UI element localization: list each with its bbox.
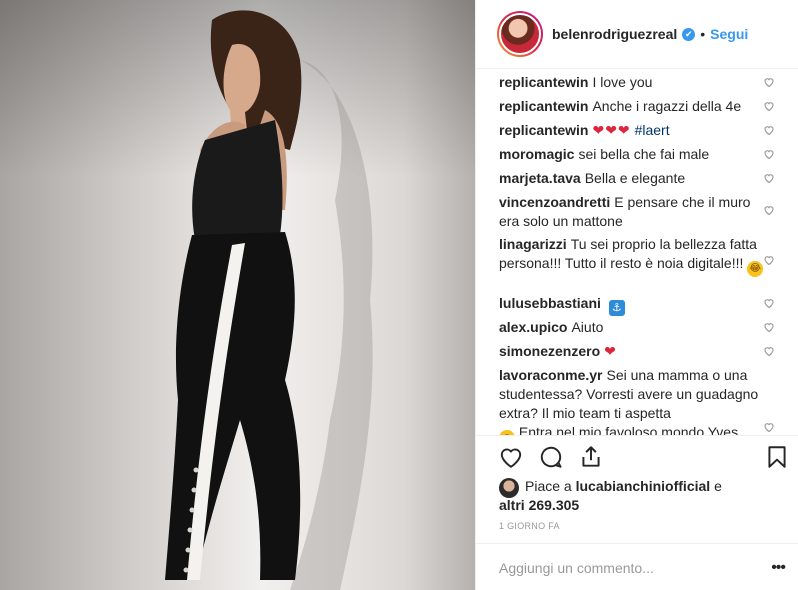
- comment-item: replicantewin I love you: [499, 73, 771, 92]
- likes-prefix: Piace a: [525, 478, 572, 494]
- comment-text: Bella e elegante: [584, 170, 686, 186]
- laughing-emoji-icon: 😂: [747, 261, 764, 277]
- heart-emojis: ❤❤❤: [592, 122, 631, 138]
- comment-username[interactable]: linagarizzi: [499, 236, 567, 252]
- post-side-panel: belenrodriguezreal ✔ • Segui replicantew…: [475, 0, 798, 590]
- likes-text: Piace a lucabianchiniofficial e altri 26…: [499, 477, 789, 515]
- post-image: [0, 0, 475, 590]
- small-heart-icon[interactable]: [763, 100, 775, 112]
- comment-item: simonezenzero ❤: [499, 342, 771, 361]
- more-options-icon[interactable]: •••: [771, 559, 786, 577]
- small-heart-icon[interactable]: [763, 76, 775, 88]
- heart-emoji: ❤: [604, 343, 617, 359]
- small-heart-icon[interactable]: [763, 297, 775, 309]
- comment-text: sei bella che fai male: [578, 146, 710, 162]
- instagram-post-view: belenrodriguezreal ✔ • Segui replicantew…: [0, 0, 798, 590]
- add-comment-input[interactable]: [499, 556, 749, 580]
- comment-item: lulusebbastiani ⚓: [499, 294, 771, 316]
- comment-item: replicantewin Anche i ragazzi della 4e: [499, 97, 771, 116]
- comment-text: Anche i ragazzi della 4e: [592, 98, 742, 114]
- likes-others-count[interactable]: altri 269.305: [499, 497, 579, 513]
- comment-username[interactable]: marjeta.tava: [499, 170, 581, 186]
- liker-avatar[interactable]: [499, 478, 519, 498]
- post-timestamp[interactable]: 1 GIORNO FA: [499, 521, 560, 531]
- comment-text: Aiuto: [571, 319, 604, 335]
- small-heart-icon[interactable]: [763, 204, 775, 216]
- comment-username[interactable]: replicantewin: [499, 98, 588, 114]
- avatar-image: [499, 13, 541, 55]
- post-photo[interactable]: [0, 0, 475, 590]
- comment-item: vincenzoandretti E pensare che il muro er…: [499, 193, 771, 231]
- small-heart-icon[interactable]: [763, 254, 775, 266]
- comment-text: I love you: [592, 74, 653, 90]
- comment-item: linagarizzi Tu sei proprio la bellezza fa…: [499, 235, 771, 277]
- comment-username[interactable]: vincenzoandretti: [499, 194, 610, 210]
- small-heart-icon[interactable]: [763, 321, 775, 333]
- author-avatar[interactable]: [497, 11, 543, 57]
- separator-dot: •: [700, 26, 706, 42]
- post-header: belenrodriguezreal ✔ • Segui: [476, 0, 798, 69]
- comment-item: lavoraconme.yr Sei una mamma o una studen…: [499, 366, 771, 435]
- small-heart-icon[interactable]: [763, 124, 775, 136]
- comment-list[interactable]: replicantewin I love you replicantewin Anc…: [476, 70, 798, 435]
- comment-username[interactable]: alex.upico: [499, 319, 567, 335]
- comment-item: moromagic sei bella che fai male: [499, 145, 771, 164]
- comment-item: marjeta.tava Bella e elegante: [499, 169, 771, 188]
- follow-button[interactable]: Segui: [710, 26, 748, 42]
- comment-username[interactable]: replicantewin: [499, 122, 588, 138]
- share-icon[interactable]: [578, 444, 604, 470]
- comment-item: replicantewin ❤❤❤ #laert: [499, 121, 771, 140]
- small-heart-icon[interactable]: [763, 172, 775, 184]
- hashtag-link[interactable]: #laert: [635, 122, 670, 138]
- author-username[interactable]: belenrodriguezreal: [552, 26, 677, 42]
- bookmark-icon[interactable]: [764, 444, 790, 470]
- likes-summary: Piace a lucabianchiniofficial e altri 26…: [499, 477, 789, 515]
- comment-text-continued: Entra nel mio favoloso mondo Yves: [518, 424, 739, 435]
- comment-username[interactable]: moromagic: [499, 146, 574, 162]
- add-comment-bar: •••: [476, 543, 798, 590]
- comment-username[interactable]: lulusebbastiani: [499, 295, 601, 311]
- anchor-emoji-icon: ⚓: [608, 300, 625, 316]
- comment-icon[interactable]: [538, 444, 564, 470]
- small-heart-icon[interactable]: [763, 148, 775, 160]
- action-bar: [476, 435, 798, 475]
- small-heart-icon[interactable]: [763, 421, 775, 433]
- small-heart-icon[interactable]: [763, 345, 775, 357]
- comment-username[interactable]: lavoraconme.yr: [499, 367, 603, 383]
- comment-username[interactable]: replicantewin: [499, 74, 588, 90]
- comment-username[interactable]: simonezenzero: [499, 343, 600, 359]
- comment-item: alex.upico Aiuto: [499, 318, 771, 337]
- likes-connector: e: [714, 478, 722, 494]
- liker-username[interactable]: lucabianchiniofficial: [576, 478, 711, 494]
- verified-badge-icon: ✔: [682, 27, 696, 41]
- heart-icon[interactable]: [498, 444, 524, 470]
